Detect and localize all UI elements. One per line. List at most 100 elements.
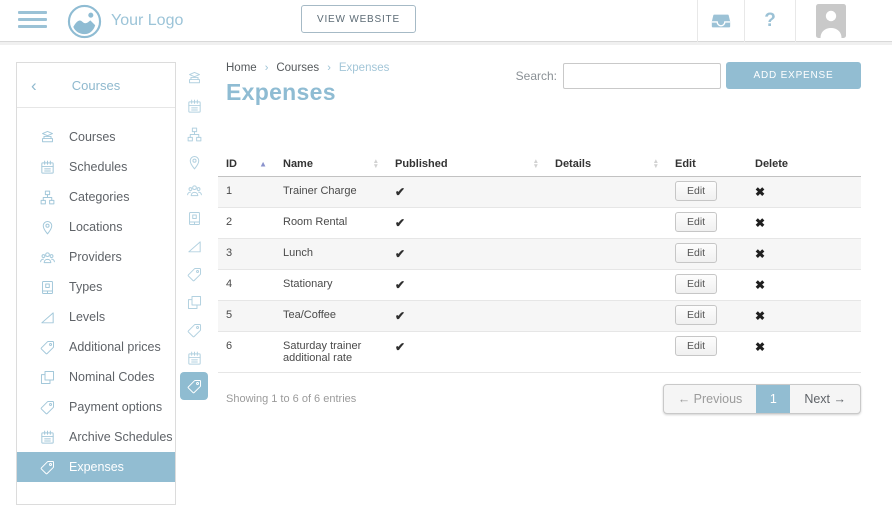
tag-icon (39, 459, 56, 476)
sidebar-item-categories[interactable]: Categories (17, 182, 175, 212)
sidebar-item-courses[interactable]: Courses (17, 122, 175, 152)
add-expense-button[interactable]: ADD EXPENSE (726, 62, 861, 89)
search-area: Search: ADD EXPENSE (516, 62, 861, 89)
delete-x-icon[interactable]: ✖ (755, 247, 765, 261)
view-website-button[interactable]: VIEW WEBSITE (301, 5, 416, 33)
cell-id: 5 (218, 301, 275, 332)
sidebar-item-label: Archive Schedules (69, 430, 173, 444)
sidebar-item-nominal-codes[interactable]: Nominal Codes (17, 362, 175, 392)
delete-x-icon[interactable]: ✖ (755, 216, 765, 230)
calendar-icon (39, 159, 56, 176)
sidebar-item-label: Additional prices (69, 340, 161, 354)
tag-icon (39, 339, 56, 356)
cell-published: ✔ (387, 239, 547, 270)
breadcrumb-item-home[interactable]: Home (226, 62, 257, 74)
cell-published: ✔ (387, 270, 547, 301)
topbar-shade (0, 42, 892, 45)
cell-published: ✔ (387, 208, 547, 239)
sidebar-item-label: Levels (69, 310, 105, 324)
sidebar-item-schedules[interactable]: Schedules (17, 152, 175, 182)
column-label: ID (226, 158, 237, 170)
rail-item-calendar-icon[interactable] (180, 344, 208, 372)
delete-x-icon[interactable]: ✖ (755, 278, 765, 292)
table-header-row: ID▲Name▲▼Published▲▼Details▲▼EditDelete (218, 152, 861, 177)
pagination-page-1-button[interactable]: 1 (756, 385, 790, 413)
pin-icon (39, 219, 56, 236)
collapsed-icon-rail (180, 64, 208, 400)
column-header-published[interactable]: Published▲▼ (387, 152, 547, 177)
edit-button[interactable]: Edit (675, 212, 717, 232)
edit-button[interactable]: Edit (675, 336, 717, 356)
school-icon (39, 129, 56, 146)
cell-details (547, 239, 667, 270)
column-label: Name (283, 158, 313, 170)
logo-text: Your Logo (111, 12, 183, 30)
inbox-icon (710, 10, 732, 32)
rail-item-book-icon[interactable] (180, 204, 208, 232)
sidebar-item-label: Expenses (69, 460, 124, 474)
cell-details (547, 332, 667, 373)
cell-delete: ✖ (747, 270, 861, 301)
cell-delete: ✖ (747, 177, 861, 208)
help-button[interactable]: ? (744, 0, 795, 42)
table-row: 4Stationary✔Edit✖ (218, 270, 861, 301)
breadcrumb-item-courses[interactable]: Courses (276, 62, 319, 74)
sidebar-item-archive-schedules[interactable]: Archive Schedules (17, 422, 175, 452)
column-header-details[interactable]: Details▲▼ (547, 152, 667, 177)
sidebar-item-locations[interactable]: Locations (17, 212, 175, 242)
rail-item-people-icon[interactable] (180, 176, 208, 204)
logo[interactable]: Your Logo (67, 3, 183, 39)
sidebar-item-label: Categories (69, 190, 129, 204)
cell-edit: Edit (667, 270, 747, 301)
sidebar-item-providers[interactable]: Providers (17, 242, 175, 272)
column-header-id[interactable]: ID▲ (218, 152, 275, 177)
column-label: Published (395, 158, 448, 170)
hamburger-menu-icon[interactable] (18, 11, 47, 32)
rail-item-levels-icon[interactable] (180, 232, 208, 260)
cell-published: ✔ (387, 332, 547, 373)
delete-x-icon[interactable]: ✖ (755, 185, 765, 199)
breadcrumb-separator-icon: › (327, 62, 331, 74)
edit-button[interactable]: Edit (675, 181, 717, 201)
table-row: 1Trainer Charge✔Edit✖ (218, 177, 861, 208)
rail-item-tag-icon[interactable] (180, 260, 208, 288)
search-input[interactable] (563, 63, 721, 89)
user-avatar-button[interactable] (795, 0, 865, 42)
rail-item-tag-icon[interactable] (180, 372, 208, 400)
pagination-previous-button[interactable]: ← Previous (664, 385, 757, 413)
cell-edit: Edit (667, 177, 747, 208)
sidebar-item-additional-prices[interactable]: Additional prices (17, 332, 175, 362)
column-header-name[interactable]: Name▲▼ (275, 152, 387, 177)
breadcrumb-separator-icon: › (265, 62, 269, 74)
sidebar-back-header[interactable]: ‹ Courses (17, 63, 175, 108)
edit-button[interactable]: Edit (675, 243, 717, 263)
table-footer: Showing 1 to 6 of 6 entries ← Previous 1… (218, 384, 861, 414)
rail-item-sitemap-icon[interactable] (180, 120, 208, 148)
sitemap-icon (39, 189, 56, 206)
edit-button[interactable]: Edit (675, 305, 717, 325)
image-logo-icon (67, 4, 102, 39)
delete-x-icon[interactable]: ✖ (755, 309, 765, 323)
rail-item-calendar-icon[interactable] (180, 92, 208, 120)
sidebar-item-expenses[interactable]: Expenses (17, 452, 175, 482)
cell-details (547, 270, 667, 301)
cell-name: Trainer Charge (275, 177, 387, 208)
sidebar-item-types[interactable]: Types (17, 272, 175, 302)
delete-x-icon[interactable]: ✖ (755, 340, 765, 354)
pagination-next-button[interactable]: Next → (790, 385, 860, 413)
sidebar-item-levels[interactable]: Levels (17, 302, 175, 332)
cell-published: ✔ (387, 177, 547, 208)
rail-item-school-icon[interactable] (180, 64, 208, 92)
cell-delete: ✖ (747, 332, 861, 373)
rail-item-tag-icon[interactable] (180, 316, 208, 344)
inbox-button[interactable] (697, 0, 744, 42)
edit-button[interactable]: Edit (675, 274, 717, 294)
rail-item-pin-icon[interactable] (180, 148, 208, 176)
rail-item-pages-icon[interactable] (180, 288, 208, 316)
cell-delete: ✖ (747, 239, 861, 270)
help-icon: ? (764, 10, 776, 32)
tag-icon (39, 399, 56, 416)
column-label: Details (555, 158, 591, 170)
sidebar-item-payment-options[interactable]: Payment options (17, 392, 175, 422)
cell-name: Tea/Coffee (275, 301, 387, 332)
